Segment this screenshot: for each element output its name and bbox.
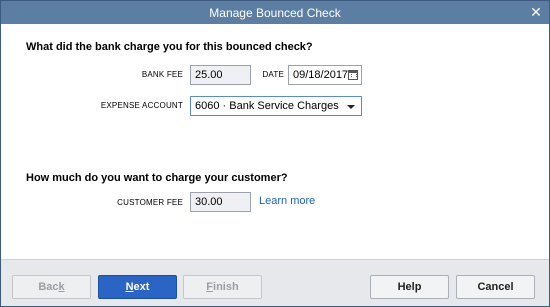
expense-account-select[interactable]: 6060 · Bank Service Charges bbox=[190, 96, 362, 116]
cancel-button[interactable]: Cancel bbox=[456, 275, 535, 299]
next-button[interactable]: Next bbox=[98, 275, 177, 299]
dialog-content: What did the bank charge you for this bo… bbox=[1, 24, 549, 259]
customer-fee-input[interactable]: 30.00 bbox=[190, 192, 251, 212]
expense-account-value: 6060 · Bank Service Charges bbox=[195, 100, 339, 112]
finish-button[interactable]: Finish bbox=[183, 275, 262, 299]
bank-fee-label: BANK FEE bbox=[141, 70, 183, 79]
close-icon[interactable]: ✕ bbox=[528, 3, 544, 21]
help-button[interactable]: Help bbox=[370, 275, 449, 299]
calendar-icon[interactable] bbox=[348, 70, 358, 80]
bank-fee-input[interactable]: 25.00 bbox=[190, 65, 251, 85]
manage-bounced-check-dialog: Manage Bounced Check ✕ What did the bank… bbox=[0, 0, 550, 307]
title-bar: Manage Bounced Check ✕ bbox=[1, 1, 549, 24]
date-label: DATE bbox=[262, 70, 284, 79]
button-bar: Back Next Finish Help Cancel bbox=[1, 259, 549, 306]
customer-fee-label: CUSTOMER FEE bbox=[117, 198, 183, 207]
date-input[interactable]: 09/18/2017 bbox=[288, 65, 362, 85]
bank-charge-question: What did the bank charge you for this bo… bbox=[26, 41, 313, 53]
back-button[interactable]: Back bbox=[12, 275, 91, 299]
date-value: 09/18/2017 bbox=[293, 69, 349, 81]
window-title: Manage Bounced Check bbox=[209, 5, 341, 20]
customer-charge-question: How much do you want to charge your cust… bbox=[26, 172, 288, 184]
expense-account-label: EXPENSE ACCOUNT bbox=[100, 101, 183, 110]
chevron-down-icon[interactable] bbox=[347, 105, 355, 109]
learn-more-link[interactable]: Learn more bbox=[259, 195, 315, 207]
